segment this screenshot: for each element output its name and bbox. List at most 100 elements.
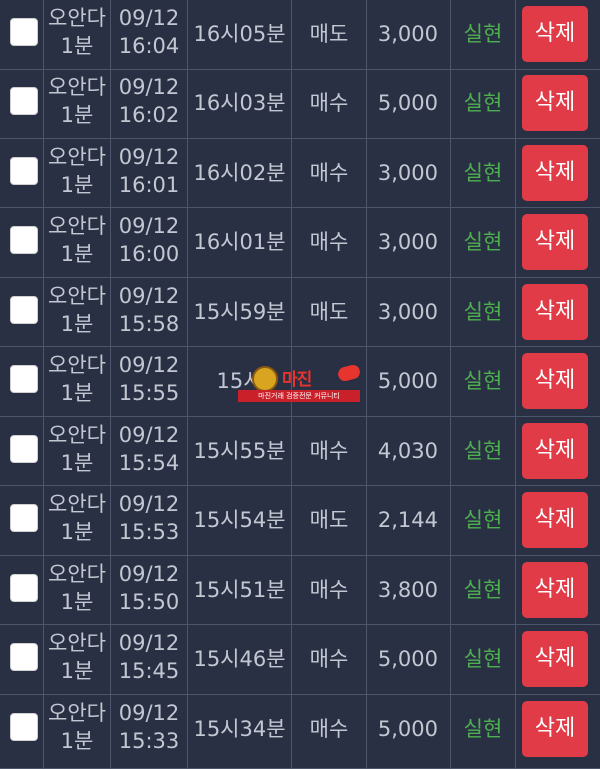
checkbox-cell — [0, 625, 44, 694]
delete-button[interactable]: 삭제 — [522, 6, 588, 62]
side-cell: 매수 — [292, 695, 367, 768]
quantity-cell: 5,000 — [367, 625, 451, 694]
delete-cell: 삭제 — [516, 556, 600, 624]
trade-date: 09/12 — [118, 284, 180, 308]
checkbox-cell — [0, 139, 44, 207]
delete-button[interactable]: 삭제 — [522, 75, 588, 131]
table-row: 오안다 1분 09/12 16:01 16시02분 매수 3,000 실현 삭제 — [0, 139, 600, 208]
trade-type: 실현 — [463, 578, 503, 602]
datetime-cell: 09/12 15:54 — [111, 417, 188, 485]
trade-minute: 15시54분 — [193, 508, 286, 532]
minute-cell: 16시02분 — [188, 139, 292, 207]
row-checkbox[interactable] — [10, 18, 38, 46]
trade-type: 실현 — [463, 230, 503, 254]
strategy-name: 오안다 — [48, 145, 106, 169]
strategy-name: 오안다 — [48, 353, 106, 377]
trade-quantity: 4,030 — [377, 439, 438, 463]
side-cell: 매수 — [292, 556, 367, 624]
trade-type: 실현 — [463, 161, 503, 185]
strategy-cell: 오안다 1분 — [44, 139, 111, 207]
row-checkbox[interactable] — [10, 435, 38, 463]
datetime-cell: 09/12 16:00 — [111, 208, 188, 277]
minute-cell: 15시55분 — [188, 417, 292, 485]
delete-button[interactable]: 삭제 — [522, 631, 588, 687]
quantity-cell: 3,000 — [367, 278, 451, 346]
trade-quantity: 3,000 — [377, 300, 438, 324]
row-checkbox[interactable] — [10, 87, 38, 115]
side-cell: 매수 — [292, 417, 367, 485]
strategy-interval: 1분 — [60, 729, 94, 753]
watermark-logo: 마진 마진거래 검증전문 커뮤니티 — [238, 363, 362, 402]
row-checkbox[interactable] — [10, 713, 38, 741]
trade-side: 매수 — [309, 717, 349, 741]
checkbox-cell — [0, 695, 44, 768]
delete-button[interactable]: 삭제 — [522, 562, 588, 618]
delete-button[interactable]: 삭제 — [522, 701, 588, 757]
trade-side: 매수 — [309, 647, 349, 671]
trade-quantity: 5,000 — [377, 647, 438, 671]
strategy-interval: 1분 — [60, 173, 94, 197]
row-checkbox[interactable] — [10, 643, 38, 671]
type-cell: 실현 — [451, 417, 516, 485]
checkbox-cell — [0, 417, 44, 485]
checkbox-cell — [0, 278, 44, 346]
row-checkbox[interactable] — [10, 365, 38, 393]
trade-quantity: 3,000 — [377, 161, 438, 185]
table-row: 오안다 1분 09/12 16:04 16시05분 매도 3,000 실현 삭제 — [0, 0, 600, 70]
trade-quantity: 3,000 — [377, 22, 438, 46]
watermark-caption: 마진거래 검증전문 커뮤니티 — [238, 390, 360, 402]
quantity-cell: 3,000 — [367, 139, 451, 207]
trade-time: 15:33 — [118, 729, 180, 753]
trade-side: 매수 — [309, 578, 349, 602]
delete-button[interactable]: 삭제 — [522, 492, 588, 548]
checkbox-cell — [0, 486, 44, 555]
row-checkbox[interactable] — [10, 574, 38, 602]
row-checkbox[interactable] — [10, 504, 38, 532]
datetime-cell: 09/12 16:02 — [111, 69, 188, 138]
checkbox-cell — [0, 0, 44, 69]
strategy-interval: 1분 — [60, 520, 94, 544]
delete-button[interactable]: 삭제 — [522, 353, 588, 409]
side-cell: 매수 — [292, 69, 367, 138]
trade-minute: 15시55분 — [193, 439, 286, 463]
table-row: 오안다 1분 09/12 15:50 15시51분 매수 3,800 실현 삭제 — [0, 556, 600, 625]
delete-cell: 삭제 — [516, 486, 600, 555]
delete-cell: 삭제 — [516, 278, 600, 346]
delete-button[interactable]: 삭제 — [522, 423, 588, 479]
strategy-name: 오안다 — [48, 562, 106, 586]
delete-cell: 삭제 — [516, 139, 600, 207]
delete-button[interactable]: 삭제 — [522, 284, 588, 340]
datetime-cell: 09/12 15:55 — [111, 347, 188, 416]
strategy-cell: 오안다 1분 — [44, 278, 111, 346]
strategy-cell: 오안다 1분 — [44, 486, 111, 555]
strategy-name: 오안다 — [48, 631, 106, 655]
trade-time: 16:00 — [118, 242, 180, 266]
delete-button[interactable]: 삭제 — [522, 145, 588, 201]
trade-quantity: 2,144 — [377, 508, 438, 532]
row-checkbox[interactable] — [10, 226, 38, 254]
trade-date: 09/12 — [118, 214, 180, 238]
table-row: 오안다 1분 09/12 15:33 15시34분 매수 5,000 실현 삭제 — [0, 695, 600, 769]
trade-minute: 16시05분 — [193, 22, 286, 46]
delete-cell: 삭제 — [516, 625, 600, 694]
strategy-cell: 오안다 1분 — [44, 556, 111, 624]
delete-button[interactable]: 삭제 — [522, 214, 588, 270]
row-checkbox[interactable] — [10, 296, 38, 324]
checkbox-cell — [0, 347, 44, 416]
strategy-cell: 오안다 1분 — [44, 208, 111, 277]
strategy-name: 오안다 — [48, 214, 106, 238]
trade-minute: 16시01분 — [193, 230, 286, 254]
trade-date: 09/12 — [118, 353, 180, 377]
strategy-cell: 오안다 1분 — [44, 347, 111, 416]
strategy-name: 오안다 — [48, 423, 106, 447]
minute-cell: 15시51분 — [188, 556, 292, 624]
trade-minute: 16시03분 — [193, 91, 286, 115]
trade-time: 15:45 — [118, 659, 180, 683]
datetime-cell: 09/12 15:58 — [111, 278, 188, 346]
trade-side: 매도 — [309, 300, 349, 324]
checkbox-cell — [0, 208, 44, 277]
row-checkbox[interactable] — [10, 157, 38, 185]
trade-type: 실현 — [463, 369, 503, 393]
trade-side: 매도 — [309, 22, 349, 46]
side-cell: 매수 — [292, 139, 367, 207]
